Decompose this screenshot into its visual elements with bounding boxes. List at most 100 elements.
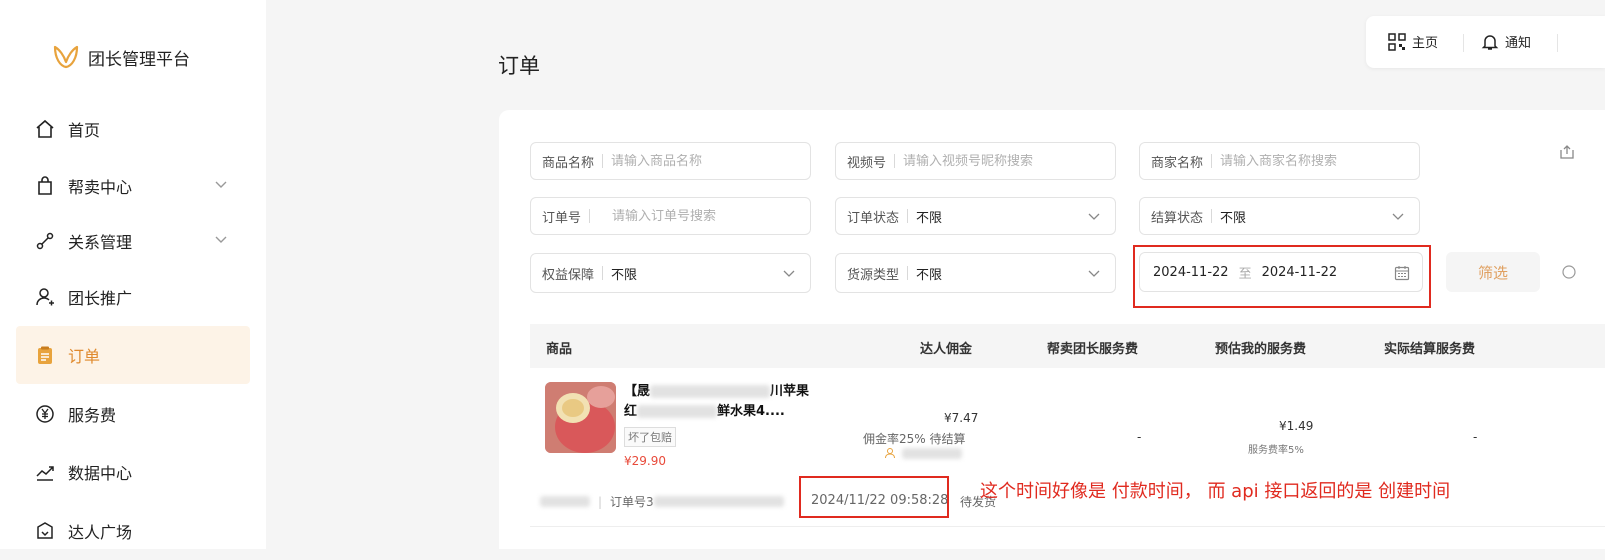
toolbar-divider [1463, 34, 1464, 52]
user-promote-icon [34, 286, 56, 308]
row-divider [530, 526, 1605, 527]
video-account-input[interactable] [903, 153, 1115, 169]
source-type-value: 不限 [916, 267, 943, 283]
home-icon [34, 118, 56, 140]
square-icon [34, 520, 56, 542]
yen-circle-icon [34, 403, 56, 425]
sidebar-item-label: 服务费 [68, 406, 117, 425]
product-name-input[interactable] [611, 153, 810, 169]
field-divider [1211, 209, 1213, 223]
chevron-down-icon [1391, 211, 1405, 221]
order-status-value: 不限 [916, 210, 943, 226]
home-link-label: 主页 [1412, 36, 1439, 51]
column-header-est-fee: 预估我的服务费 [1215, 342, 1307, 357]
sidebar-item-label: 首页 [68, 121, 101, 140]
column-header-commission: 达人佣金 [920, 342, 973, 357]
shopping-bag-icon [34, 175, 56, 197]
sidebar-item-talent-square[interactable]: 达人广场 [16, 502, 250, 560]
chevron-down-icon[interactable] [214, 234, 228, 244]
order-status-label: 订单状态 [847, 210, 900, 226]
product-title-part: 红 [624, 404, 638, 419]
video-account-field[interactable]: 视频号 [835, 142, 1116, 180]
top-toolbar: 主页 通知 [1366, 16, 1605, 68]
sidebar-item-label: 帮卖中心 [68, 178, 133, 197]
order-no-text[interactable]: 订单号3 [610, 493, 654, 510]
logo-icon [53, 45, 79, 69]
home-link[interactable]: 主页 [1388, 32, 1438, 51]
commission-rate: 佣金率25% 待结算 [863, 432, 966, 446]
field-divider [894, 154, 896, 168]
settle-status-value: 不限 [1220, 210, 1247, 226]
product-title[interactable]: 【晟 川苹果 红 鲜水果4.... [624, 382, 809, 422]
blurred-text [902, 447, 962, 459]
settle-status-label: 结算状态 [1151, 210, 1204, 226]
product-title-part: 【晟 [624, 384, 651, 399]
actual-fee-value: - [1473, 430, 1478, 444]
field-divider [602, 266, 604, 280]
source-type-select[interactable]: 货源类型 不限 [835, 253, 1116, 293]
blurred-text [650, 385, 771, 398]
chevron-down-icon [782, 268, 796, 278]
highlight-date-range [1133, 245, 1431, 308]
export-icon[interactable] [1559, 144, 1575, 160]
order-no-field[interactable]: 订单号 [530, 197, 811, 235]
order-status-select[interactable]: 订单状态 不限 [835, 197, 1116, 235]
product-title-part: 川苹果 [770, 384, 810, 399]
app-title: 团长管理平台 [88, 49, 190, 70]
sidebar-item-label: 达人广场 [68, 523, 133, 542]
sidebar-item-label: 团长推广 [68, 289, 133, 308]
toolbar-divider [1557, 34, 1558, 52]
field-divider [907, 266, 909, 280]
sidebar-item-data-center[interactable]: 数据中心 [16, 443, 250, 501]
product-price: ¥29.90 [624, 454, 666, 468]
rights-value: 不限 [611, 267, 638, 283]
rights-select[interactable]: 权益保障 不限 [530, 253, 811, 293]
merchant-name-label: 商家名称 [1151, 155, 1204, 171]
sidebar-item-service-fee[interactable]: 服务费 [16, 385, 250, 443]
notification-link-label: 通知 [1505, 36, 1532, 51]
sidebar: 团长管理平台 首页 帮卖中心 关系管理 团长推广 订单 服务费 数据中心 达人广… [0, 0, 266, 549]
sidebar-item-label: 数据中心 [68, 464, 133, 483]
column-header-helper-fee: 帮卖团长服务费 [1047, 342, 1139, 357]
commission-amount: ¥7.47 [944, 411, 979, 425]
sidebar-item-promote[interactable]: 团长推广 [16, 268, 250, 326]
rights-label: 权益保障 [542, 267, 595, 283]
merchant-name-field[interactable]: 商家名称 [1139, 142, 1420, 180]
order-icon [34, 344, 56, 366]
order-no-input[interactable] [612, 208, 810, 224]
footer-divider: | [598, 494, 603, 509]
source-type-label: 货源类型 [847, 267, 900, 283]
sidebar-item-help-sell[interactable]: 帮卖中心 [16, 157, 250, 215]
relation-icon [34, 230, 56, 252]
notification-link[interactable]: 通知 [1481, 32, 1531, 51]
sidebar-item-relation[interactable]: 关系管理 [16, 212, 250, 270]
qr-code-icon [1388, 32, 1406, 51]
field-divider [1211, 154, 1213, 168]
sidebar-item-label: 订单 [68, 347, 101, 366]
bell-icon [1481, 34, 1499, 50]
sidebar-item-orders[interactable]: 订单 [16, 326, 250, 384]
app-logo[interactable]: 团长管理平台 [52, 44, 190, 70]
annotation-text: 这个时间好像是 付款时间， 而 api 接口返回的是 创建时间 [980, 481, 1451, 502]
info-icon[interactable] [1562, 265, 1576, 279]
sidebar-item-home[interactable]: 首页 [16, 100, 250, 158]
sidebar-item-label: 关系管理 [68, 233, 133, 252]
column-header-actual-fee: 实际结算服务费 [1384, 342, 1476, 357]
order-footer: | 订单号3 [540, 493, 784, 510]
settle-status-select[interactable]: 结算状态 不限 [1139, 197, 1420, 235]
blurred-text [637, 405, 718, 418]
product-image[interactable] [545, 382, 616, 453]
table-header: 商品 达人佣金 帮卖团长服务费 预估我的服务费 实际结算服务费 [530, 324, 1605, 368]
merchant-name-input[interactable] [1220, 153, 1419, 169]
user-icon [885, 448, 895, 459]
page-title: 订单 [498, 54, 540, 78]
video-account-label: 视频号 [847, 155, 887, 171]
talent-info [884, 447, 962, 459]
product-name-label: 商品名称 [542, 155, 595, 171]
chevron-down-icon[interactable] [214, 179, 228, 189]
product-name-field[interactable]: 商品名称 [530, 142, 811, 180]
chart-trend-icon [34, 461, 56, 483]
chevron-down-icon [1087, 268, 1101, 278]
filter-button[interactable]: 筛选 [1446, 252, 1540, 292]
order-no-label: 订单号 [542, 210, 582, 226]
